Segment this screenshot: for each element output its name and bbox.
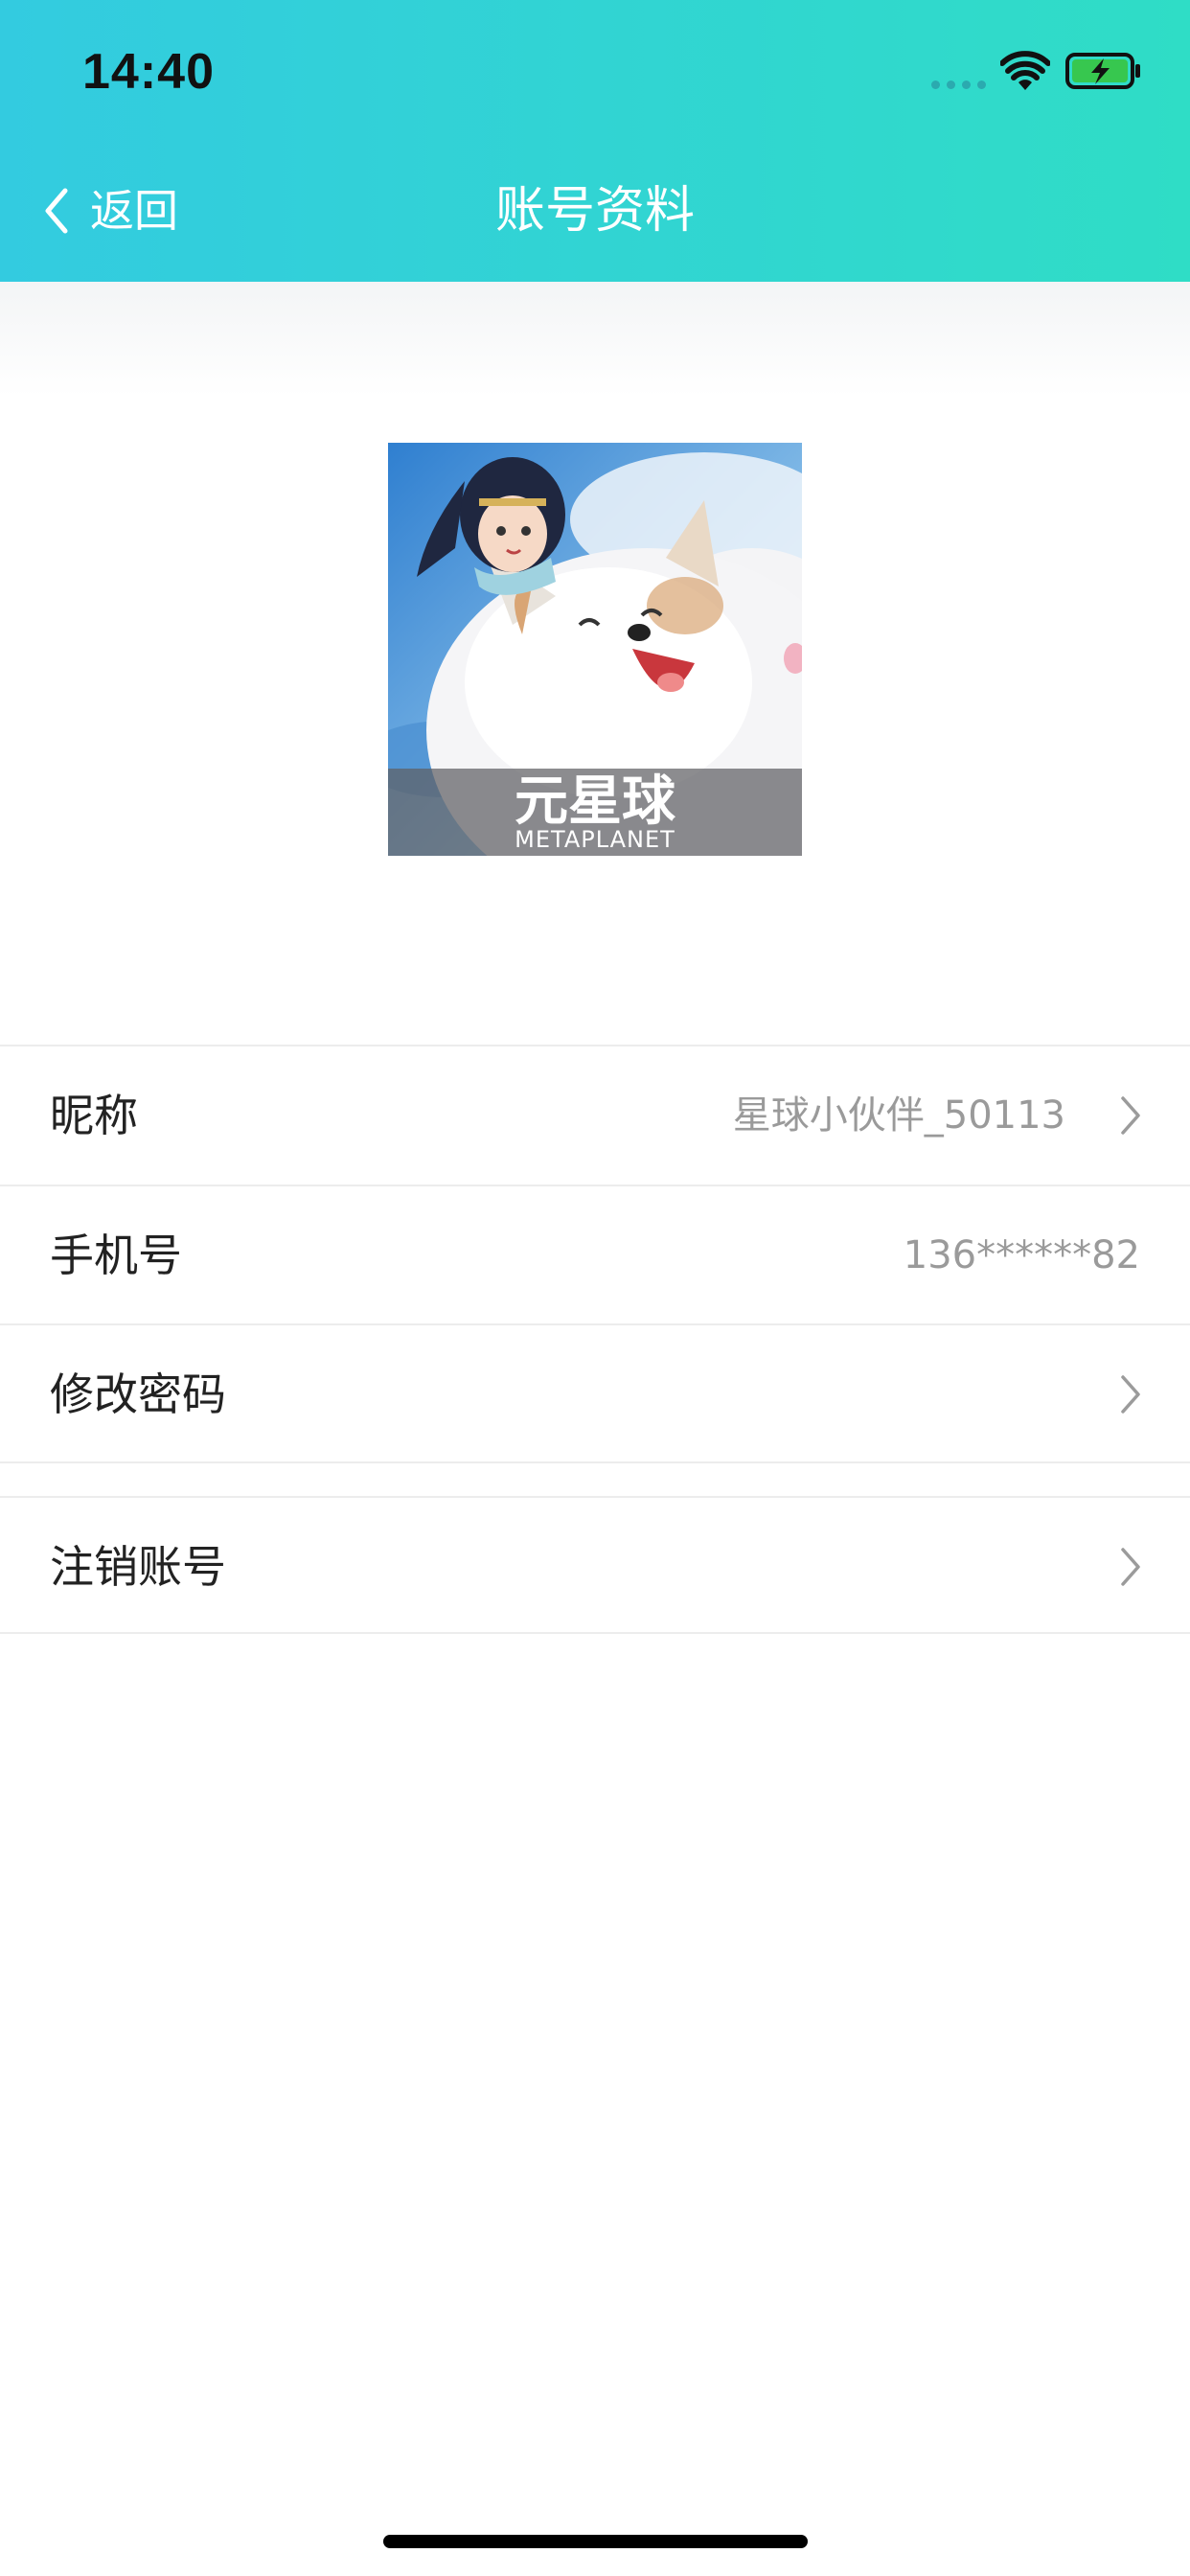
- nickname-value: 星球小伙伴_50113: [732, 1093, 1065, 1138]
- logo-text: 元星球: [515, 770, 675, 833]
- phone-value: 136******82: [903, 1233, 1140, 1277]
- nickname-label: 昵称: [50, 1090, 138, 1141]
- logo-subtext: METAPLANET: [515, 826, 675, 853]
- change-password-label: 修改密码: [50, 1368, 226, 1420]
- header-shadow: [0, 282, 1190, 397]
- battery-charging-icon: [1065, 53, 1140, 89]
- status-time: 14:40: [82, 44, 215, 100]
- chevron-left-icon: [45, 188, 68, 234]
- wifi-icon: [1000, 51, 1050, 90]
- list-bottom-divider: [0, 1632, 1190, 1634]
- change-password-row[interactable]: 修改密码: [0, 1323, 1190, 1461]
- chevron-right-icon: [1121, 1548, 1140, 1586]
- avatar[interactable]: 元星球 METAPLANET: [388, 443, 802, 856]
- nickname-row[interactable]: 昵称 星球小伙伴_50113: [0, 1045, 1190, 1183]
- back-label: 返回: [90, 185, 178, 237]
- chevron-right-icon: [1121, 1375, 1140, 1414]
- delete-account-row[interactable]: 注销账号: [0, 1496, 1190, 1634]
- cellular-signal-icon: [931, 80, 987, 90]
- chevron-right-icon: [1121, 1096, 1140, 1135]
- delete-account-label: 注销账号: [50, 1541, 226, 1593]
- home-indicator: [383, 2535, 808, 2548]
- section-divider: [0, 1461, 1190, 1463]
- phone-label: 手机号: [50, 1230, 182, 1281]
- back-button[interactable]: 返回: [42, 172, 178, 249]
- phone-row: 手机号 136******82: [0, 1184, 1190, 1322]
